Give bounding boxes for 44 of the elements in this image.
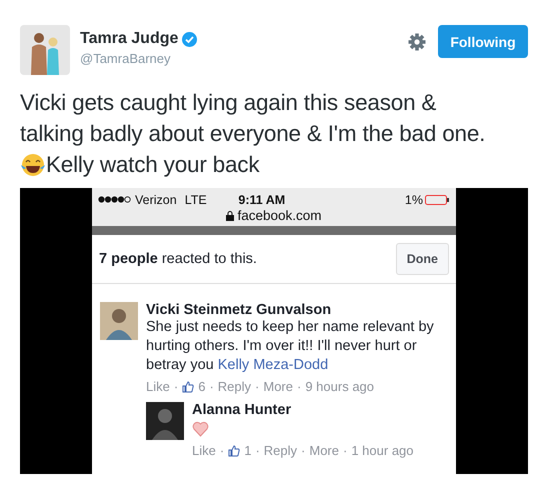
reply-link[interactable]: Reply (264, 443, 298, 458)
signal-icon (98, 196, 132, 203)
network-type: LTE (184, 192, 207, 206)
avatar (100, 302, 138, 340)
reply-link[interactable]: Reply (218, 379, 252, 394)
separator: · (297, 379, 302, 394)
comment-text: She just needs to keep her name relevant by hurting others. I'm over it!! I'll never hurt or betray you Kelly Meza-Dodd (146, 318, 435, 375)
reactions-summary: 7 people reacted to this. (99, 251, 257, 267)
author-name[interactable]: Tamra Judge (80, 30, 178, 48)
thumbs-up-icon (228, 444, 240, 456)
lock-icon (226, 210, 234, 220)
done-button[interactable]: Done (396, 243, 449, 275)
tweet-text: Vicki gets caught lying again this season & talking badly about everyone & I'm the bad one. (20, 89, 486, 148)
following-button[interactable]: Following (438, 25, 528, 58)
separator: · (255, 379, 260, 394)
status-time: 9:11 AM (238, 192, 286, 206)
mention-link[interactable]: Kelly Meza-Dodd (218, 357, 328, 373)
laughing-emoji-icon (20, 152, 46, 178)
tweet-text: Kelly watch your back (46, 151, 260, 179)
thumbs-up-icon (182, 380, 194, 392)
comment-author[interactable]: Vicki Steinmetz Gunvalson (146, 302, 450, 318)
separator: · (174, 379, 178, 394)
like-count: 1 (244, 443, 252, 458)
comment-author[interactable]: Alanna Hunter (192, 402, 414, 418)
battery-icon (425, 194, 450, 204)
separator: · (209, 379, 214, 394)
more-link[interactable]: More (263, 379, 293, 394)
like-link[interactable]: Like (146, 379, 170, 394)
author-handle[interactable]: @TamraBarney (80, 51, 198, 66)
comment-time: 1 hour ago (351, 443, 414, 458)
comment-time: 9 hours ago (305, 379, 374, 394)
more-link[interactable]: More (309, 443, 339, 458)
carrier-name: Verizon (135, 192, 177, 206)
battery-level: 1% (404, 192, 423, 206)
avatar (146, 402, 184, 440)
address-text: facebook.com (237, 208, 322, 223)
profile-avatar[interactable] (20, 25, 70, 75)
like-link[interactable]: Like (192, 443, 216, 458)
like-count: 6 (198, 379, 206, 394)
settings-icon[interactable] (408, 33, 426, 51)
separator: · (255, 443, 260, 458)
separator: · (301, 443, 306, 458)
separator: · (343, 443, 348, 458)
separator: · (220, 443, 224, 458)
